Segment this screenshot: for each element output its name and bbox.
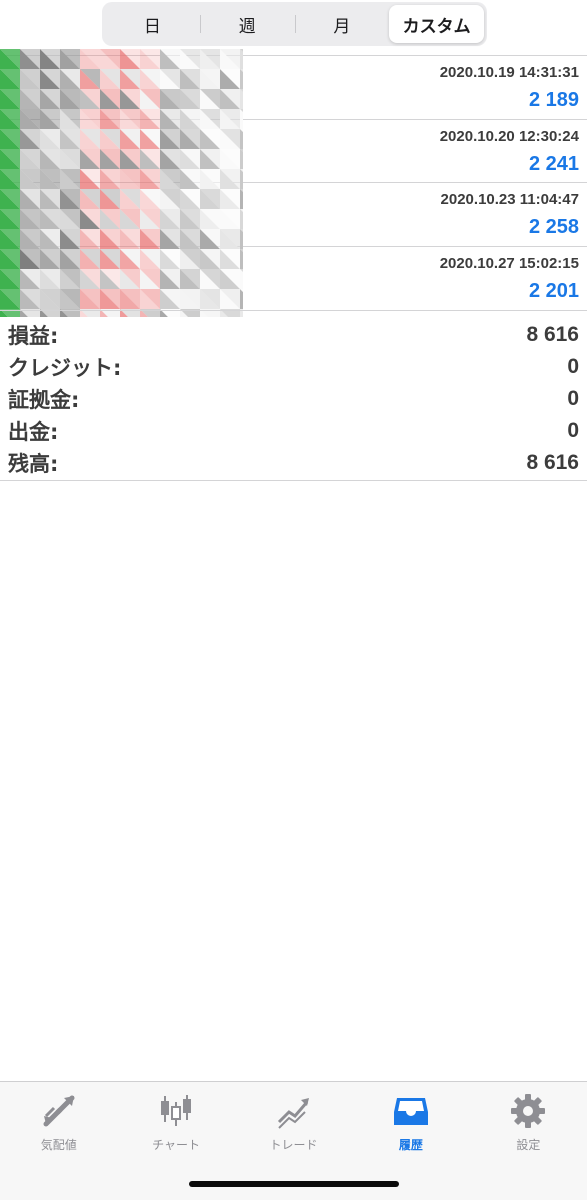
period-tab-day[interactable]: 日: [105, 5, 200, 43]
mosaic-tile: [240, 209, 243, 229]
mosaic-tile: [240, 169, 243, 189]
mosaic-tile: [240, 89, 243, 109]
summary-value: 8 616: [526, 451, 579, 474]
history-row-amount: 2 201: [528, 279, 579, 302]
history-row-time: 2020.10.23 11:04:47: [440, 191, 579, 208]
home-indicator: [189, 1181, 399, 1187]
history-row-time: 2020.10.19 14:31:31: [439, 64, 579, 81]
tab-settings-label: 設定: [516, 1138, 541, 1152]
summary-row-credit: クレジット: 0: [0, 351, 587, 383]
summary-row-deposit: 証拠金: 0: [0, 383, 587, 415]
mosaic-tile: [240, 129, 243, 149]
mosaic-tile: [240, 229, 243, 249]
tab-quotes-label: 気配値: [40, 1138, 77, 1152]
summary-label: 出金:: [8, 420, 59, 444]
history-row-amount: 2 258: [528, 216, 579, 238]
period-tab-custom[interactable]: カスタム: [389, 5, 484, 43]
trade-trend-icon: [277, 1098, 309, 1129]
period-tab-week[interactable]: 週: [199, 5, 295, 43]
quotes-arrows-icon: [43, 1095, 75, 1127]
summary-label: 証拠金:: [8, 388, 80, 412]
period-tab-month[interactable]: 月: [294, 5, 390, 43]
summary-label: 残高:: [8, 452, 59, 476]
mosaic-tile: [240, 249, 243, 269]
mosaic-tile: [240, 289, 243, 309]
history-screen: 日 週 月 カスタム 2020.10.19 14:31:31 2 189 202…: [0, 0, 587, 1200]
settings-gear-icon: [511, 1094, 546, 1128]
redaction-mosaic: [0, 49, 243, 317]
tab-quotes[interactable]: 気配値: [0, 1082, 117, 1200]
mosaic-tile: [240, 109, 243, 129]
candlestick-chart-icon: [161, 1095, 192, 1126]
summary-label: クレジット:: [8, 356, 122, 380]
tab-settings[interactable]: 設定: [470, 1082, 587, 1200]
history-row-time: 2020.10.20 12:30:24: [439, 127, 579, 145]
mosaic-tile: [240, 269, 243, 289]
mosaic-tile: [240, 149, 243, 169]
tab-chart-label: チャート: [152, 1138, 201, 1152]
history-row-amount: 2 189: [528, 89, 579, 111]
summary-value: 8 616: [526, 323, 579, 346]
mosaic-tile: [240, 49, 243, 69]
history-row-amount: 2 241: [528, 152, 579, 175]
period-segmented-control: 日 週 月 カスタム: [102, 2, 487, 46]
account-summary: 損益: 8 616 クレジット: 0 証拠金: 0 出金: 0 残高: 8 61…: [0, 310, 587, 481]
summary-row-withdrawal: 出金: 0: [0, 415, 587, 447]
tab-history-label: 履歴: [398, 1138, 423, 1152]
summary-value: 0: [567, 387, 579, 410]
summary-label: 損益:: [8, 324, 59, 348]
mosaic-tile: [240, 69, 243, 89]
summary-row-balance: 残高: 8 616: [0, 447, 587, 479]
mosaic-tile: [240, 189, 243, 209]
history-row-time: 2020.10.27 15:02:15: [439, 254, 579, 272]
tab-trade-label: トレード: [269, 1138, 318, 1152]
summary-value: 0: [567, 355, 579, 378]
summary-row-profit: 損益: 8 616: [0, 319, 587, 351]
summary-value: 0: [567, 419, 579, 442]
history-inbox-icon: [393, 1098, 428, 1125]
